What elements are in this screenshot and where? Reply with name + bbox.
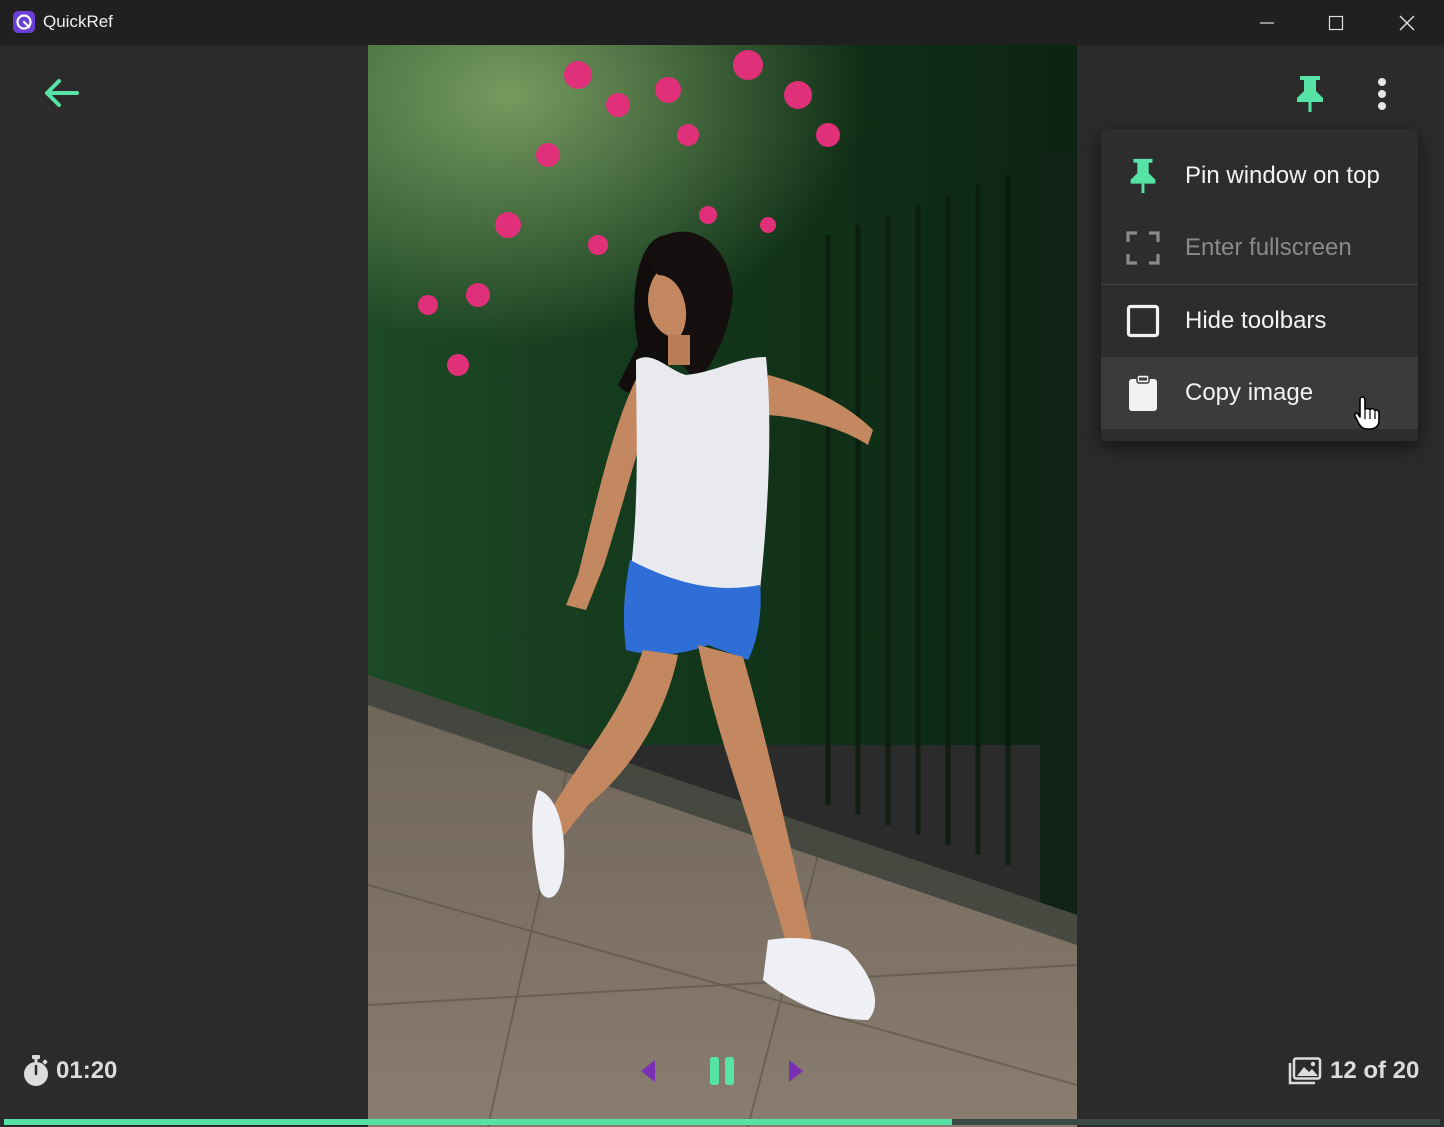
minimize-icon	[1260, 21, 1274, 24]
previous-button[interactable]	[630, 1053, 666, 1089]
session-progress-fill	[4, 1119, 952, 1125]
pause-button[interactable]	[702, 1053, 742, 1089]
checkbox-icon	[1126, 304, 1160, 338]
caret-left-icon	[641, 1060, 655, 1082]
menu-item-pin-on-top[interactable]: Pin window on top	[1101, 140, 1418, 212]
image-counter: 12 of 20	[1288, 1053, 1419, 1089]
session-timer: 01:20	[22, 1053, 117, 1089]
close-icon	[1399, 15, 1415, 30]
hand-cursor-icon	[1353, 396, 1380, 430]
menu-item-hide-toolbars[interactable]: Hide toolbars	[1101, 285, 1418, 357]
title-bar: QuickRef	[0, 0, 1444, 45]
reference-image[interactable]	[368, 45, 1077, 1127]
pin-button[interactable]	[1288, 72, 1332, 116]
pushpin-icon	[1130, 158, 1156, 194]
back-button[interactable]	[38, 73, 84, 113]
maximize-icon	[1328, 15, 1344, 30]
menu-item-label: Pin window on top	[1185, 162, 1380, 189]
caret-right-icon	[789, 1060, 803, 1082]
app-title: QuickRef	[43, 12, 113, 31]
fullscreen-icon	[1126, 231, 1160, 265]
stopwatch-icon	[24, 1055, 48, 1086]
arrow-left-icon	[45, 79, 79, 107]
session-progress-bar	[4, 1119, 1440, 1125]
clipboard-icon	[1129, 374, 1157, 411]
close-button[interactable]	[1373, 0, 1441, 45]
menu-item-fullscreen: Enter fullscreen	[1101, 212, 1418, 284]
menu-item-label: Copy image	[1185, 379, 1314, 406]
viewer-area: Pin window on top Enter fullscreen Hide	[0, 45, 1444, 1127]
pause-icon	[710, 1057, 734, 1085]
next-button[interactable]	[778, 1053, 814, 1089]
app-logo-icon	[13, 11, 35, 33]
minimize-button[interactable]	[1233, 0, 1301, 45]
counter-value: 12 of 20	[1330, 1057, 1420, 1084]
maximize-button[interactable]	[1302, 0, 1370, 45]
menu-item-label: Enter fullscreen	[1185, 234, 1352, 261]
timer-value: 01:20	[56, 1057, 118, 1084]
pushpin-icon	[1297, 76, 1323, 112]
menu-item-label: Hide toolbars	[1185, 307, 1327, 334]
images-icon	[1288, 1057, 1322, 1085]
more-vertical-icon	[1378, 78, 1386, 110]
reference-photo-drawing	[368, 45, 1077, 1127]
more-options-button[interactable]	[1362, 72, 1402, 116]
